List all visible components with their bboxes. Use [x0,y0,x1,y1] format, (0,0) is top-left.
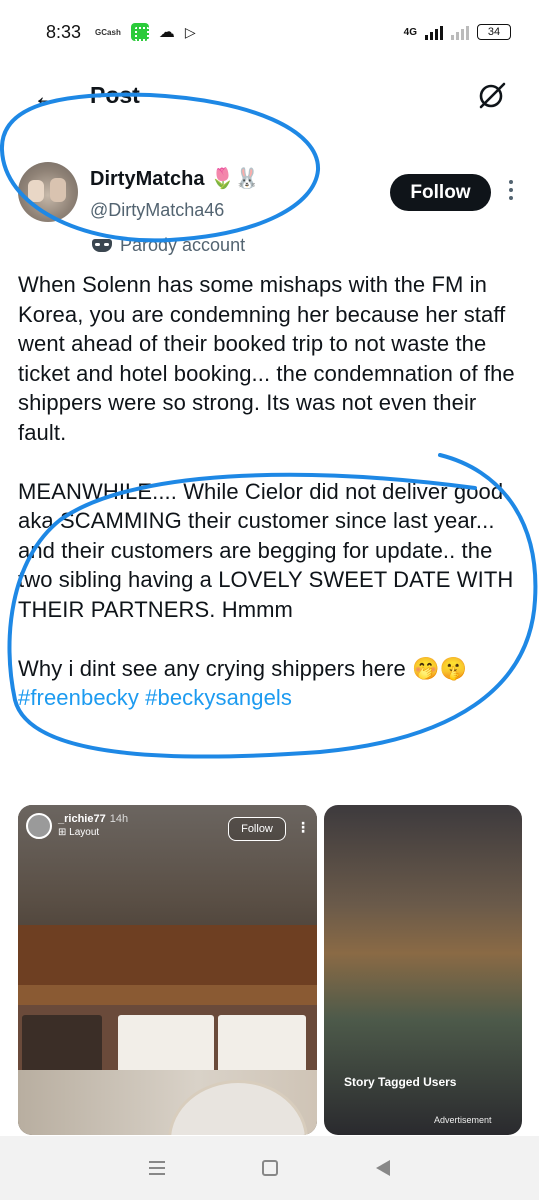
media-image-blurred[interactable]: Story Tagged Users Advertisement [324,805,522,1135]
status-bar: 8:33 GCash ☁ ▷ 4G 34 [0,0,539,64]
recent-apps-icon[interactable] [148,1161,165,1175]
battery-level: 34 [487,26,501,38]
arrow-left-icon[interactable]: ← [32,82,62,112]
story-header: _richie77 14h ⊞ Layout [26,813,128,839]
parody-label: Parody account [92,235,245,256]
status-time: 8:33 [46,21,82,42]
hashtag-link[interactable]: #freenbecky [18,685,139,710]
counter-bar [18,925,317,985]
status-system-icons: 4G 34 [404,24,511,40]
status-notification-icons: GCash ☁ ▷ [95,22,196,42]
story-follow-button: Follow [228,817,286,841]
author-handle[interactable]: @DirtyMatcha46 [90,200,224,221]
page-title: Post [90,82,140,108]
story-tagged-label: Story Tagged Users [344,1075,457,1089]
network-type: 4G [403,26,417,38]
hashtag-link[interactable]: #beckysangels [145,685,292,710]
post-paragraph: Why i dint see any crying shippers here … [18,654,526,713]
grok-icon[interactable] [477,80,507,110]
gcash-icon: GCash [95,27,121,37]
advertisement-label: Advertisement [434,1115,492,1125]
post-header: ← Post [0,72,539,124]
mask-icon [92,239,112,252]
menu-card [22,1015,102,1073]
system-nav-bar [0,1136,539,1200]
menu-card [218,1015,306,1073]
signal-secondary-icon [451,24,469,40]
post-paragraph: When Solenn has some mishaps with the FM… [18,272,515,445]
post-author: DirtyMatcha 🌷🐰 @DirtyMatcha46 Follow Par… [18,160,521,270]
post-paragraph-text: Why i dint see any crying shippers here … [18,655,468,681]
back-icon[interactable] [376,1160,391,1176]
signal-icon [425,24,443,40]
media-image-story[interactable]: _richie77 14h ⊞ Layout Follow ⋮ [18,805,317,1135]
post-paragraph: MEANWHILE.... While Cielor did not deliv… [18,478,514,622]
author-display-name[interactable]: DirtyMatcha 🌷🐰 [90,166,260,191]
avatar [26,813,52,839]
battery-icon: 34 [477,24,511,40]
post-text: When Solenn has some mishaps with the FM… [18,270,526,713]
story-username: _richie77 14h [58,813,129,825]
more-options-icon[interactable] [509,180,515,200]
cloud-icon: ☁ [158,24,175,41]
home-icon[interactable] [262,1160,279,1176]
follow-button[interactable]: Follow [390,174,491,211]
menu-card [118,1015,214,1073]
story-layout-label: ⊞ Layout [58,827,100,838]
avatar[interactable] [18,162,78,222]
more-vertical-icon: ⋮ [296,819,310,835]
play-store-icon: ▷ [184,23,196,40]
app-notification-icon [130,23,149,41]
post-media: _richie77 14h ⊞ Layout Follow ⋮ Story Tag… [18,805,522,1135]
parody-text: Parody account [120,235,246,255]
